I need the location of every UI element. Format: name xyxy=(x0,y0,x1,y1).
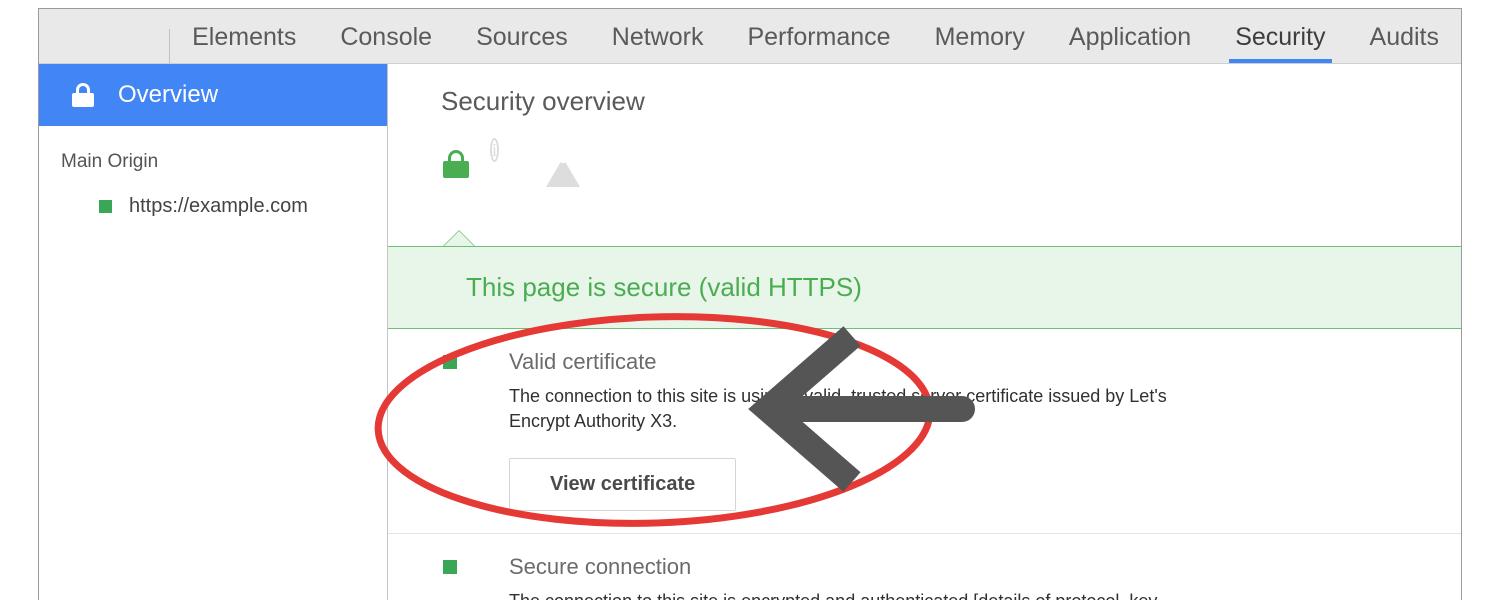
security-panel-body: Overview Main Origin https://example.com… xyxy=(39,64,1461,600)
security-sidebar: Overview Main Origin https://example.com xyxy=(39,64,388,600)
section-secure-connection: Secure connection The connection to this… xyxy=(388,533,1461,600)
security-main-content: Security overview i This page is secure … xyxy=(388,64,1461,600)
devtools-window: Elements Console Sources Network Perform… xyxy=(38,8,1462,600)
section-description: The connection to this site is using a v… xyxy=(509,386,1167,431)
tab-memory[interactable]: Memory xyxy=(913,23,1047,63)
tab-application[interactable]: Application xyxy=(1047,23,1213,63)
banner-pointer-notch xyxy=(442,230,476,247)
sidebar-item-label: Overview xyxy=(118,81,219,108)
sidebar-item-overview[interactable]: Overview xyxy=(39,64,387,126)
section-heading-row: Valid certificate xyxy=(388,349,1461,375)
sidebar-origin-list: https://example.com xyxy=(39,173,387,218)
section-description: The connection to this site is encrypted… xyxy=(388,589,1439,600)
page-title: Security overview xyxy=(441,86,645,116)
tab-console[interactable]: Console xyxy=(318,23,454,63)
tab-network[interactable]: Network xyxy=(590,23,726,63)
sidebar-origin-item[interactable]: https://example.com xyxy=(39,195,387,218)
tab-sources[interactable]: Sources xyxy=(454,23,590,63)
green-square-icon xyxy=(443,560,457,574)
tab-security[interactable]: Security xyxy=(1213,23,1347,63)
sidebar-section-title: Main Origin xyxy=(61,151,159,172)
section-heading-row: Secure connection xyxy=(388,554,1461,580)
green-square-icon xyxy=(443,355,457,369)
view-certificate-button[interactable]: View certificate xyxy=(509,458,737,511)
lock-icon xyxy=(72,83,94,107)
tab-bar-spacer xyxy=(39,29,171,63)
security-detail-sections: Valid certificate The connection to this… xyxy=(388,329,1461,600)
green-square-icon xyxy=(99,200,112,213)
tab-performance[interactable]: Performance xyxy=(725,23,912,63)
section-valid-certificate: Valid certificate The connection to this… xyxy=(388,329,1461,533)
summary-info-icon[interactable]: i xyxy=(490,137,500,162)
devtools-tab-bar: Elements Console Sources Network Perform… xyxy=(39,9,1461,64)
tab-elements[interactable]: Elements xyxy=(170,23,318,63)
security-status-banner: This page is secure (valid HTTPS) xyxy=(388,246,1461,329)
tab-audits[interactable]: Audits xyxy=(1348,23,1461,63)
sidebar-origin-label: https://example.com xyxy=(129,195,308,217)
security-summary-icons: i xyxy=(388,117,1461,187)
section-heading: Secure connection xyxy=(509,554,692,579)
section-heading: Valid certificate xyxy=(509,349,657,374)
summary-warning-icon[interactable] xyxy=(546,141,581,187)
security-status-text: This page is secure (valid HTTPS) xyxy=(466,272,862,302)
